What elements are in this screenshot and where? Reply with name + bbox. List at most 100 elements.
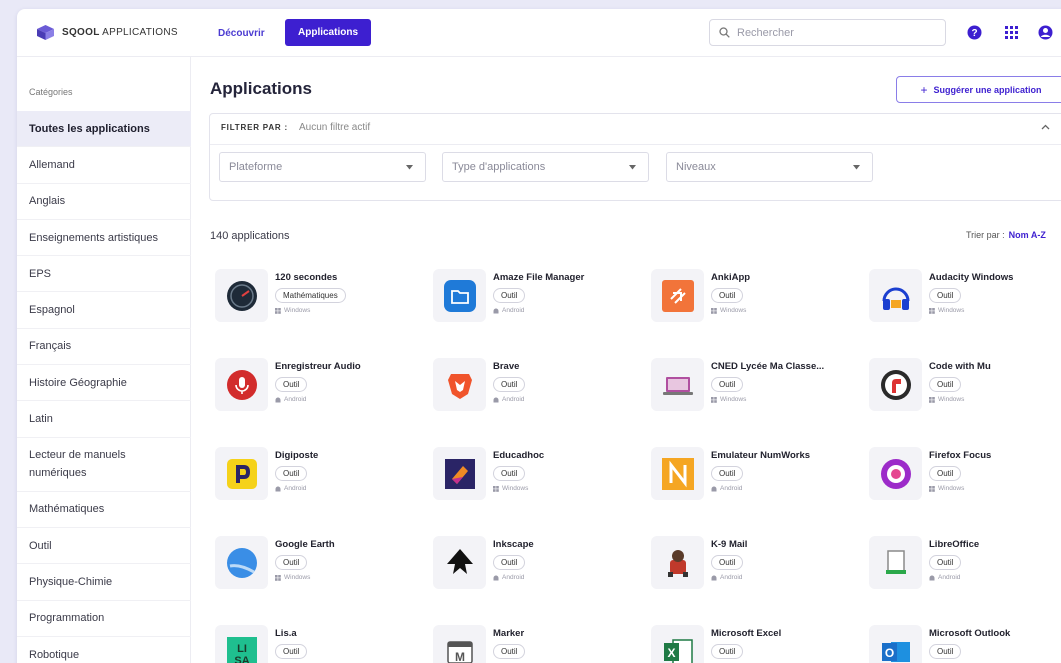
folder-icon[interactable] [433, 269, 486, 322]
levels-select[interactable]: Niveaux [666, 152, 873, 182]
sidebar-item[interactable]: Programmation [17, 601, 191, 637]
timer-icon[interactable] [215, 269, 268, 322]
category-list: Toutes les applications Allemand Anglais En… [17, 111, 191, 663]
app-card[interactable]: Google Earth Outil Windows [215, 536, 425, 596]
sidebar-item[interactable]: Français [17, 329, 191, 366]
app-card[interactable]: Firefox Focus Outil Windows [869, 447, 1061, 507]
ankiapp-icon[interactable] [651, 269, 704, 322]
app-card[interactable]: Amaze File Manager Outil Android [433, 269, 643, 329]
app-name[interactable]: Microsoft Outlook [929, 628, 1010, 639]
app-name[interactable]: Educadhoc [493, 450, 544, 461]
chevron-up-icon[interactable] [1040, 123, 1051, 131]
app-name[interactable]: Brave [493, 361, 519, 372]
app-name[interactable]: LibreOffice [929, 539, 979, 550]
globe-icon[interactable] [215, 536, 268, 589]
brand[interactable]: SQOOL APPLICATIONS [37, 25, 178, 40]
app-platform: Android [275, 485, 306, 492]
sidebar-item[interactable]: Histoire Géographie [17, 365, 191, 402]
app-card[interactable]: 120 secondes Mathématiques Windows [215, 269, 425, 329]
document-icon[interactable] [869, 536, 922, 589]
app-name[interactable]: Audacity Windows [929, 272, 1013, 283]
app-name[interactable]: Enregistreur Audio [275, 361, 361, 372]
headphones-icon[interactable] [869, 269, 922, 322]
outlook-icon[interactable]: O [869, 625, 922, 663]
inkscape-icon[interactable] [433, 536, 486, 589]
brave-lion-icon[interactable] [433, 358, 486, 411]
laptop-icon[interactable] [651, 358, 704, 411]
sort-control[interactable]: Trier par : Nom A-Z [966, 230, 1046, 240]
sort-value[interactable]: Nom A-Z [1009, 230, 1046, 240]
app-name[interactable]: Google Earth [275, 539, 335, 550]
firefox-focus-icon[interactable] [869, 447, 922, 500]
app-card[interactable]: MMarkerOutilAndroid [433, 625, 643, 663]
sidebar-item[interactable]: Toutes les applications [17, 111, 191, 148]
app-category-tag: Outil [711, 555, 744, 570]
app-name[interactable]: Code with Mu [929, 361, 991, 372]
app-name[interactable]: Microsoft Excel [711, 628, 781, 639]
app-platform: Windows [493, 485, 528, 492]
apps-grid-icon[interactable] [1003, 24, 1020, 41]
app-name[interactable]: K-9 Mail [711, 539, 747, 550]
help-icon[interactable]: ? [966, 24, 983, 41]
app-platform-label: Windows [284, 574, 311, 581]
app-card[interactable]: Emulateur NumWorks Outil Android [651, 447, 861, 507]
search-box[interactable] [709, 19, 946, 46]
excel-icon[interactable]: X [651, 625, 704, 663]
app-card[interactable]: Educadhoc Outil Windows [433, 447, 643, 507]
suggest-application-button[interactable]: + Suggérer une application [896, 76, 1061, 103]
app-card[interactable]: LISALis.aOutilAndroid [215, 625, 425, 663]
app-card[interactable]: OMicrosoft OutlookOutilWindows [869, 625, 1061, 663]
app-type-select[interactable]: Type d'applications [442, 152, 649, 182]
app-card[interactable]: CNED Lycée Ma Classe... Outil Windows [651, 358, 861, 418]
app-name[interactable]: Lis.a [275, 628, 297, 639]
app-card[interactable]: LibreOffice Outil Android [869, 536, 1061, 596]
app-name[interactable]: 120 secondes [275, 272, 337, 283]
app-card[interactable]: AnkiApp Outil Windows [651, 269, 861, 329]
microphone-icon[interactable] [215, 358, 268, 411]
sidebar-item[interactable]: Physique-Chimie [17, 564, 191, 601]
educadhoc-icon[interactable] [433, 447, 486, 500]
app-card[interactable]: K-9 Mail Outil Android [651, 536, 861, 596]
app-card[interactable]: Code with Mu Outil Windows [869, 358, 1061, 418]
app-card[interactable]: Audacity Windows Outil Windows [869, 269, 1061, 329]
app-name[interactable]: Digiposte [275, 450, 318, 461]
sidebar-item[interactable]: Allemand [17, 147, 191, 184]
numworks-icon[interactable] [651, 447, 704, 500]
app-name[interactable]: Amaze File Manager [493, 272, 584, 283]
sidebar-item[interactable]: Lecteur de manuels numériques [17, 438, 191, 492]
search-input[interactable] [737, 26, 937, 39]
sidebar-item[interactable]: Enseignements artistiques [17, 220, 191, 257]
app-name[interactable]: Marker [493, 628, 524, 639]
app-platform-label: Android [938, 574, 961, 581]
app-name[interactable]: CNED Lycée Ma Classe... [711, 361, 824, 372]
marker-icon[interactable]: M [433, 625, 486, 663]
sidebar-item[interactable]: EPS [17, 256, 191, 293]
sidebar-item[interactable]: Outil [17, 528, 191, 565]
lisa-icon[interactable]: LI SA [215, 625, 268, 663]
mu-editor-icon[interactable] [869, 358, 922, 411]
sidebar-item[interactable]: Mathématiques [17, 492, 191, 528]
platform-select[interactable]: Plateforme [219, 152, 426, 182]
nav-discover-link[interactable]: Découvrir [218, 28, 265, 39]
app-card[interactable]: Inkscape Outil Android [433, 536, 643, 596]
app-card[interactable]: XMicrosoft ExcelOutilWindows [651, 625, 861, 663]
app-name[interactable]: Inkscape [493, 539, 534, 550]
k9-dog-icon[interactable] [651, 536, 704, 589]
sidebar-item[interactable]: Latin [17, 401, 191, 438]
sidebar-item[interactable]: Robotique [17, 637, 191, 663]
app-card[interactable]: Digiposte Outil Android [215, 447, 425, 507]
android-icon [493, 308, 499, 313]
sidebar-item[interactable]: Espagnol [17, 292, 191, 329]
app-category-tag: Outil [711, 288, 744, 303]
user-account-icon[interactable] [1037, 24, 1054, 41]
digiposte-icon[interactable] [215, 447, 268, 500]
app-card[interactable]: Brave Outil Android [433, 358, 643, 418]
app-card[interactable]: Enregistreur Audio Outil Android [215, 358, 425, 418]
sidebar-item[interactable]: Anglais [17, 184, 191, 220]
app-name[interactable]: Emulateur NumWorks [711, 450, 810, 461]
app-category-tag: Outil [711, 466, 744, 481]
app-category-tag: Outil [493, 644, 526, 659]
app-name[interactable]: Firefox Focus [929, 450, 991, 461]
app-name[interactable]: AnkiApp [711, 272, 750, 283]
nav-applications-tab[interactable]: Applications [285, 19, 372, 46]
